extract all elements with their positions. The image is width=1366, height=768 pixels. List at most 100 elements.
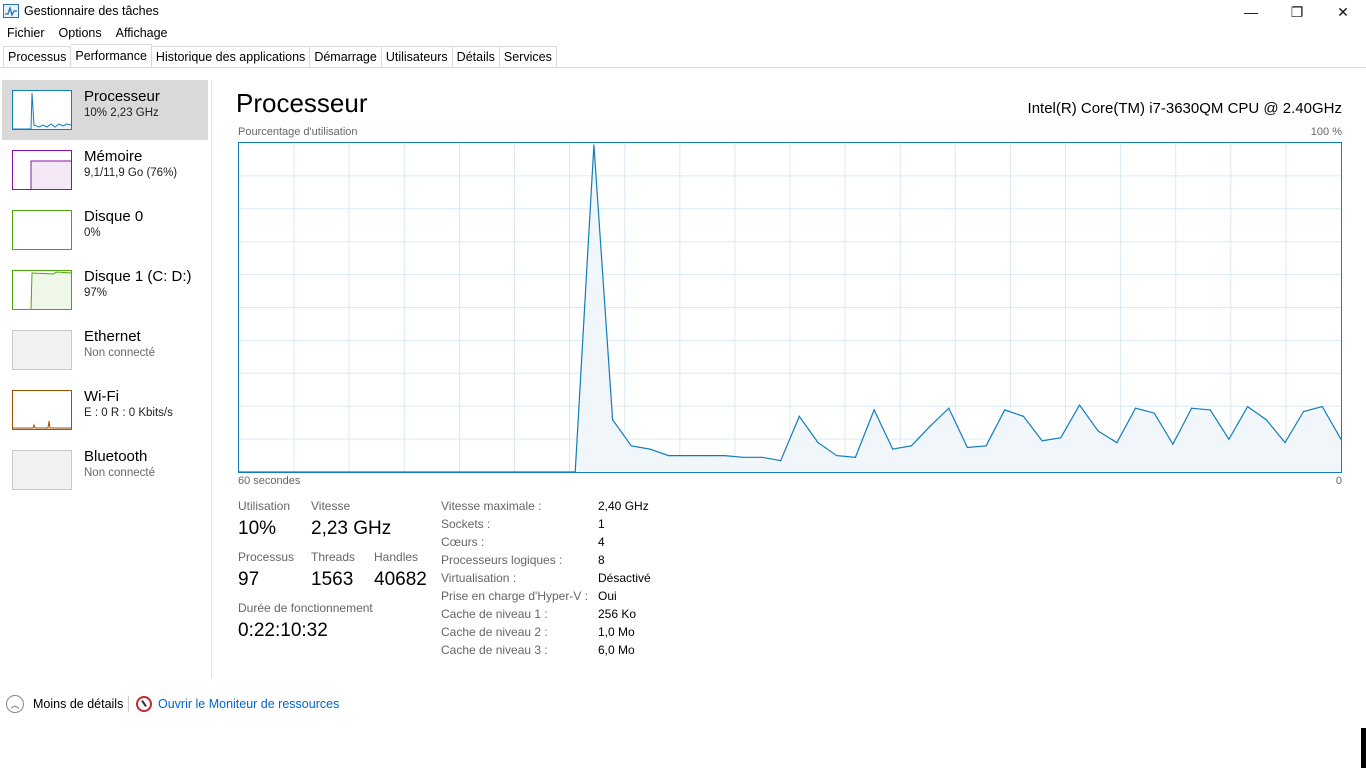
- disk-1-thumbnail: [12, 270, 72, 310]
- maximize-button[interactable]: ❐: [1274, 0, 1320, 24]
- cpu-usage-point: [1209, 409, 1211, 411]
- menu-bar: Fichier Options Affichage: [0, 24, 175, 42]
- resource-monitor-icon: [136, 696, 152, 712]
- sidebar-divider: [211, 80, 212, 678]
- cpu-usage-point: [1153, 412, 1155, 414]
- graph-y-max: 100 %: [1310, 126, 1342, 138]
- sidebar-item-sub: 97%: [84, 287, 108, 299]
- disk-0-thumbnail: [12, 210, 72, 250]
- cpu-usage-point: [817, 442, 819, 444]
- sidebar-item-label: Ethernet: [84, 328, 141, 345]
- processus-value: 97: [238, 569, 260, 590]
- cpu-usage-point: [649, 448, 651, 450]
- cpu-usage-point: [1172, 443, 1174, 445]
- sidebar-item-label: Processeur: [84, 88, 160, 105]
- sidebar-item-disque-1[interactable]: Disque 1 (C: D:) 97%: [2, 260, 208, 320]
- tab-utilisateurs[interactable]: Utilisateurs: [381, 46, 453, 68]
- cpu-usage-point: [966, 446, 969, 449]
- sidebar-item-ethernet[interactable]: Ethernet Non connecté: [2, 320, 208, 380]
- tab-performance[interactable]: Performance: [71, 44, 152, 67]
- info-value: 8: [598, 553, 605, 567]
- tab-details[interactable]: Détails: [452, 46, 500, 68]
- sidebar-item-bluetooth[interactable]: Bluetooth Non connecté: [2, 440, 208, 500]
- tab-processus[interactable]: Processus: [3, 46, 72, 68]
- sidebar-item-sub: 0%: [84, 227, 101, 239]
- info-value: 1,0 Mo: [598, 625, 635, 639]
- cpu-usage-point: [836, 455, 838, 457]
- footer-divider: [128, 696, 129, 712]
- sidebar-item-sub: 9,1/11,9 Go (76%): [84, 167, 178, 179]
- cpu-usage-point: [724, 455, 726, 457]
- menu-fichier[interactable]: Fichier: [0, 24, 52, 42]
- cpu-usage-point: [1004, 409, 1006, 411]
- less-details-label: Moins de détails: [33, 697, 124, 711]
- cpu-usage-chart: [239, 143, 1341, 472]
- info-value: Désactivé: [598, 571, 651, 585]
- cpu-usage-point: [892, 448, 894, 450]
- uptime-value: 0:22:10:32: [238, 620, 328, 641]
- cpu-usage-point: [761, 456, 763, 458]
- info-label: Virtualisation :: [441, 571, 517, 585]
- info-label: Prise en charge d'Hyper-V :: [441, 589, 589, 603]
- menu-affichage[interactable]: Affichage: [109, 24, 175, 42]
- tab-demarrage[interactable]: Démarrage: [310, 46, 382, 68]
- info-label: Sockets :: [441, 517, 491, 531]
- tab-services[interactable]: Services: [499, 46, 557, 68]
- cpu-usage-point: [1134, 407, 1137, 409]
- cpu-usage-point: [742, 456, 744, 458]
- cpu-usage-point: [948, 407, 950, 409]
- chevron-up-icon: ︿: [6, 695, 24, 713]
- menu-options[interactable]: Options: [52, 24, 109, 42]
- minimize-button[interactable]: —: [1228, 0, 1274, 24]
- cpu-usage-point: [686, 455, 688, 457]
- info-label: Cache de niveau 2 :: [441, 625, 548, 639]
- resource-monitor-link[interactable]: Ouvrir le Moniteur de ressources: [136, 694, 339, 714]
- graph-y-label: Pourcentage d'utilisation: [238, 126, 358, 138]
- cpu-usage-point: [668, 455, 670, 457]
- window-title: Gestionnaire des tâches: [24, 4, 159, 18]
- cpu-usage-point: [1097, 430, 1099, 432]
- ethernet-thumbnail: [12, 330, 72, 370]
- sidebar-item-memoire[interactable]: Mémoire 9,1/11,9 Go (76%): [2, 140, 208, 200]
- info-value: Oui: [598, 589, 617, 603]
- sidebar-item-processeur[interactable]: Processeur 10% 2,23 GHz: [2, 80, 208, 140]
- handles-label: Handles: [374, 550, 419, 564]
- info-value: 2,40 GHz: [598, 499, 649, 513]
- cpu-usage-point: [1116, 442, 1118, 444]
- cpu-usage-point: [705, 455, 707, 457]
- info-label: Cache de niveau 1 :: [441, 607, 548, 621]
- sidebar-item-label: Disque 1 (C: D:): [84, 268, 192, 285]
- title-bar: Gestionnaire des tâches — ❐ ✕: [0, 0, 1366, 24]
- threads-label: Threads: [311, 550, 356, 564]
- sidebar-item-wifi[interactable]: Wi-Fi E : 0 R : 0 Kbits/s: [2, 380, 208, 440]
- tab-historique[interactable]: Historique des applications: [151, 46, 311, 68]
- cpu-usage-point: [612, 419, 614, 421]
- sidebar-item-sub: E : 0 R : 0 Kbits/s: [84, 407, 173, 419]
- info-label: Processeurs logiques :: [441, 553, 563, 567]
- info-label: Cœurs :: [441, 535, 485, 549]
- uptime-label: Durée de fonctionnement: [238, 601, 373, 615]
- sidebar-item-sub: Non connecté: [84, 347, 155, 359]
- cpu-usage-point: [929, 425, 931, 427]
- cpu-usage-point: [1303, 410, 1305, 413]
- utilisation-label: Utilisation: [238, 499, 291, 513]
- sidebar-item-label: Disque 0: [84, 208, 144, 225]
- cpu-thumbnail: [12, 90, 72, 130]
- cpu-usage-point: [985, 445, 987, 447]
- graph-y-min: 0: [1335, 475, 1342, 487]
- cpu-usage-point: [798, 415, 800, 417]
- tab-bar: Processus Performance Historique des app…: [3, 44, 557, 68]
- cpu-usage-point: [1078, 404, 1081, 406]
- sidebar-item-disque-0[interactable]: Disque 0 0%: [2, 200, 208, 260]
- less-details-button[interactable]: ︿ Moins de détails: [6, 694, 123, 714]
- close-button[interactable]: ✕: [1320, 0, 1366, 24]
- cpu-usage-point: [1321, 406, 1323, 408]
- info-label: Vitesse maximale :: [441, 499, 542, 513]
- screen-edge: [1361, 728, 1366, 768]
- info-value: 4: [598, 535, 605, 549]
- vitesse-value: 2,23 GHz: [311, 518, 392, 539]
- resource-monitor-label: Ouvrir le Moniteur de ressources: [158, 697, 340, 711]
- info-label: Cache de niveau 3 :: [441, 643, 548, 657]
- cpu-usage-point: [1191, 407, 1193, 409]
- cpu-usage-point: [873, 409, 875, 411]
